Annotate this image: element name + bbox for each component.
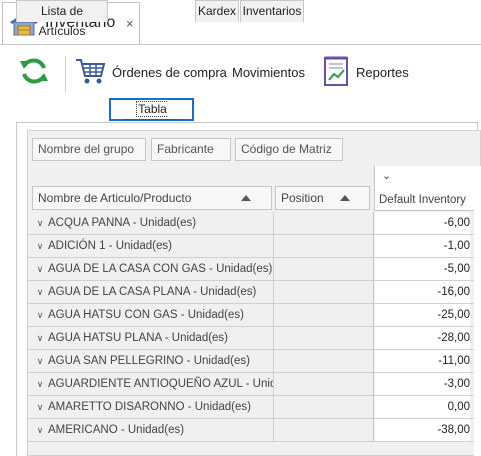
chevron-down-icon[interactable]: ∨: [33, 304, 47, 326]
refresh-icon: [18, 55, 50, 90]
row-label-cell[interactable]: ∨ AGUA HATSU CON GAS - Unidad(es): [28, 304, 274, 326]
table-row[interactable]: ∨ AMARETTO DISARONNO - Unidad(es) 0,00: [28, 396, 481, 419]
value-cell[interactable]: -25,00: [375, 304, 470, 326]
tab-tabla-dinamica[interactable]: Tabla Dinámica: [109, 98, 194, 135]
position-cell: [274, 396, 374, 418]
position-cell: [274, 419, 374, 441]
row-label: AGUA HATSU CON GAS - Unidad(es): [48, 309, 244, 321]
table-row[interactable]: ∨ AGUA HATSU PLANA - Unidad(es) -28,00: [28, 327, 481, 350]
reportes-button[interactable]: Reportes: [322, 45, 409, 100]
toolbar-separator: [65, 56, 66, 92]
table-row[interactable]: ∨ AMERICANO - Unidad(es) -38,00: [28, 419, 481, 442]
row-label-cell[interactable]: ∨ AGUA HATSU PLANA - Unidad(es): [28, 327, 274, 349]
chevron-down-icon[interactable]: ∨: [33, 258, 47, 280]
tab-inventarios[interactable]: Inventarios: [240, 0, 304, 22]
tab-lista-de-articulos-label: Lista de Artículos: [38, 4, 86, 38]
table-row[interactable]: ∨ AGUA SAN PELLEGRINO - Unidad(es) -11,00: [28, 350, 481, 373]
table-row[interactable]: ∨ AGUA DE LA CASA PLANA - Unidad(es) -16,0…: [28, 281, 481, 304]
position-cell: [274, 304, 374, 326]
movimientos-label: Movimientos: [232, 65, 305, 80]
movimientos-button[interactable]: Movimientos: [232, 45, 310, 100]
shopping-cart-icon: [74, 55, 106, 90]
chevron-down-icon[interactable]: ∨: [33, 350, 47, 372]
row-label: ADICIÓN 1 - Unidad(es): [48, 240, 172, 252]
value-cell[interactable]: -16,00: [375, 281, 470, 303]
row-label-cell[interactable]: ∨ AMARETTO DISARONNO - Unidad(es): [28, 396, 274, 418]
position-cell: [274, 350, 374, 372]
row-label: AGUA DE LA CASA PLANA - Unidad(es): [48, 286, 257, 298]
table-row[interactable]: ∨ ACQUA PANNA - Unidad(es) -6,00: [28, 212, 481, 235]
chevron-down-icon[interactable]: ∨: [33, 419, 47, 441]
grid-right-edge: [474, 166, 481, 456]
row-label: AGUA SAN PELLEGRINO - Unidad(es): [48, 355, 250, 367]
group-field-codigo-de-matriz[interactable]: Código de Matriz: [235, 138, 343, 161]
position-cell: [274, 373, 374, 395]
column-header-position-label: Position: [281, 191, 324, 205]
row-label-cell[interactable]: ∨ AMERICANO - Unidad(es): [28, 419, 274, 441]
value-cell[interactable]: -28,00: [375, 327, 470, 349]
report-chart-icon: [322, 55, 350, 90]
close-icon[interactable]: ×: [126, 16, 134, 31]
value-cell[interactable]: -3,00: [375, 373, 470, 395]
chevron-down-icon[interactable]: ∨: [33, 281, 47, 303]
default-inventory-header: Default Inventory: [379, 194, 466, 206]
row-label: AGUA DE LA CASA CON GAS - Unidad(es): [48, 263, 273, 275]
row-label-cell[interactable]: ∨ AGUA DE LA CASA PLANA - Unidad(es): [28, 281, 274, 303]
value-cell[interactable]: -1,00: [375, 235, 470, 257]
table-row[interactable]: ∨ AGUA HATSU CON GAS - Unidad(es) -25,00: [28, 304, 481, 327]
group-field-nombre-del-grupo[interactable]: Nombre del grupo: [32, 138, 146, 161]
row-label-cell[interactable]: ∨ ADICIÓN 1 - Unidad(es): [28, 235, 274, 257]
row-label: AGUA HATSU PLANA - Unidad(es): [48, 332, 229, 344]
table-row[interactable]: ∨AGUARDIENTE ANTIOQUEÑO AZUL - Unidad… -3…: [28, 373, 481, 396]
sort-ascending-icon: [340, 195, 350, 201]
data-column-header[interactable]: ⌄ Default Inventory: [374, 166, 481, 211]
toolbar: Órdenes de compra Movimientos Reportes: [0, 45, 481, 100]
position-cell: [274, 281, 374, 303]
pivot-rows: ∨ ACQUA PANNA - Unidad(es) -6,00 ∨ ADICIÓN 1…: [28, 212, 481, 442]
row-label-cell[interactable]: ∨ ACQUA PANNA - Unidad(es): [28, 212, 274, 234]
value-cell[interactable]: -38,00: [375, 419, 470, 441]
column-header-nombre[interactable]: Nombre de Articulo/Producto: [32, 186, 272, 210]
chevron-down-icon[interactable]: ∨: [33, 373, 47, 395]
chevron-down-icon[interactable]: ∨: [33, 212, 47, 234]
refresh-button[interactable]: [18, 45, 54, 100]
row-label-cell[interactable]: ∨ AGUA DE LA CASA CON GAS - Unidad(es): [28, 258, 274, 280]
value-cell[interactable]: -11,00: [375, 350, 470, 372]
position-cell: [274, 235, 374, 257]
chevron-down-icon[interactable]: ⌄: [382, 169, 391, 182]
row-label: AGUARDIENTE ANTIOQUEÑO AZUL - Unidad…: [48, 378, 273, 390]
ordenes-de-compra-button[interactable]: Órdenes de compra: [74, 45, 227, 100]
table-row[interactable]: ∨ ADICIÓN 1 - Unidad(es) -1,00: [28, 235, 481, 258]
tab-kardex-label: Kardex: [197, 4, 237, 18]
tab-lista-de-articulos[interactable]: Lista de Artículos: [16, 0, 108, 38]
row-label: AMERICANO - Unidad(es): [48, 424, 185, 436]
column-header-nombre-label: Nombre de Articulo/Producto: [38, 191, 192, 205]
row-label: AMARETTO DISARONNO - Unidad(es): [48, 401, 251, 413]
chevron-down-icon[interactable]: ∨: [33, 235, 47, 257]
row-label-cell[interactable]: ∨AGUARDIENTE ANTIOQUEÑO AZUL - Unidad…: [28, 373, 274, 395]
value-cell[interactable]: 0,00: [375, 396, 470, 418]
table-row[interactable]: ∨ AGUA DE LA CASA CON GAS - Unidad(es) -5,…: [28, 258, 481, 281]
chevron-down-icon[interactable]: ∨: [33, 327, 47, 349]
value-cell[interactable]: -6,00: [375, 212, 470, 234]
row-label-cell[interactable]: ∨ AGUA SAN PELLEGRINO - Unidad(es): [28, 350, 274, 372]
value-cell[interactable]: -5,00: [375, 258, 470, 280]
chevron-down-icon[interactable]: ∨: [33, 396, 47, 418]
ordenes-de-compra-label: Órdenes de compra: [112, 65, 227, 80]
tab-kardex[interactable]: Kardex: [195, 0, 239, 22]
column-header-position[interactable]: Position: [275, 186, 370, 210]
reportes-label: Reportes: [356, 65, 409, 80]
position-cell: [274, 327, 374, 349]
position-cell: [274, 258, 374, 280]
group-field-fabricante[interactable]: Fabricante: [151, 138, 231, 161]
position-cell: [274, 212, 374, 234]
sort-ascending-icon: [241, 195, 251, 201]
tab-inventarios-label: Inventarios: [242, 4, 302, 18]
row-label: ACQUA PANNA - Unidad(es): [48, 217, 197, 229]
